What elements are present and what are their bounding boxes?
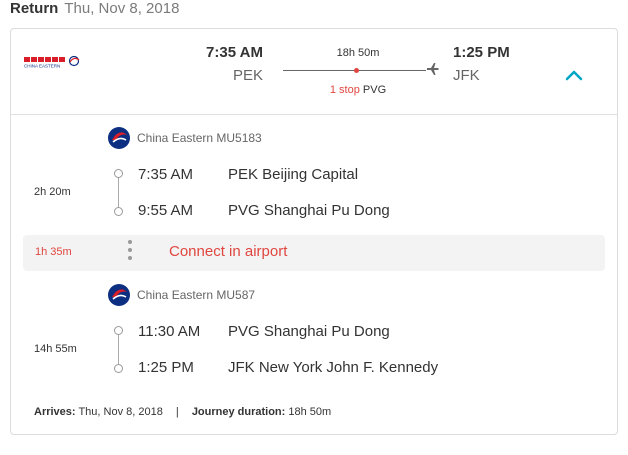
segment-2-depart-time: 11:30 AM bbox=[138, 323, 201, 340]
segment-2-arrive-node bbox=[114, 364, 123, 373]
segment-1-depart-node bbox=[114, 169, 123, 178]
china-eastern-icon bbox=[108, 127, 130, 149]
connection-banner: 1h 35m Connect in airport bbox=[23, 235, 605, 271]
segment-2-depart-node bbox=[114, 326, 123, 335]
plane-icon bbox=[427, 63, 439, 75]
stop-dot bbox=[354, 68, 359, 73]
total-duration: 18h 50m bbox=[336, 47, 380, 59]
flight-summary[interactable]: CHINA EASTERN 7:35 AM PEK 18h 50m 1 stop… bbox=[11, 29, 617, 115]
segment-1-arrive-time: 9:55 AM bbox=[138, 202, 194, 219]
segment-1-depart-time: 7:35 AM bbox=[138, 166, 194, 183]
segment-2-duration: 14h 55m bbox=[34, 343, 77, 355]
chevron-up-icon[interactable] bbox=[564, 69, 584, 81]
journey-duration-value: 18h 50m bbox=[288, 406, 332, 418]
journey-footer: Arrives: Thu, Nov 8, 2018 | Journey dura… bbox=[34, 406, 331, 418]
segment-2-arrive-time: 1:25 PM bbox=[138, 359, 194, 376]
return-header: Return Thu, Nov 8, 2018 bbox=[10, 0, 179, 20]
stops-count: 1 stop bbox=[329, 84, 360, 96]
flight-card: CHINA EASTERN 7:35 AM PEK 18h 50m 1 stop… bbox=[10, 28, 618, 435]
segment-1-arrive-place: PVG Shanghai Pu Dong bbox=[228, 202, 390, 219]
stops-airport: PVG bbox=[362, 84, 387, 96]
connection-text: Connect in airport bbox=[169, 243, 288, 260]
arrive-time: 1:25 PM bbox=[453, 44, 510, 61]
stops-info: 1 stop PVG bbox=[283, 84, 433, 96]
china-eastern-logo: CHINA EASTERN bbox=[23, 53, 83, 69]
segment-2-flight: China Eastern MU587 bbox=[137, 288, 256, 302]
segment-2-arrive-place: JFK New York John F. Kennedy bbox=[228, 359, 439, 376]
segment-1-airline: China Eastern MU5183 bbox=[107, 126, 262, 150]
segment-1-depart-place: PEK Beijing Capital bbox=[228, 166, 359, 183]
connection-duration: 1h 35m bbox=[35, 246, 72, 258]
footer-separator: | bbox=[175, 406, 179, 418]
china-eastern-icon bbox=[108, 284, 130, 306]
return-date: Thu, Nov 8, 2018 bbox=[64, 0, 180, 17]
segment-2-depart-place: PVG Shanghai Pu Dong bbox=[228, 323, 390, 340]
return-label: Return bbox=[10, 0, 59, 17]
arrive-airport-code: JFK bbox=[453, 67, 480, 84]
segment-1-duration: 2h 20m bbox=[34, 186, 71, 198]
connection-dots bbox=[128, 240, 132, 266]
arrives-label: Arrives: bbox=[34, 406, 76, 418]
segment-1-line bbox=[118, 175, 119, 211]
depart-time: 7:35 AM bbox=[206, 44, 263, 61]
segment-1-flight: China Eastern MU5183 bbox=[137, 131, 262, 145]
logo-wordmark: CHINA EASTERN bbox=[24, 64, 60, 69]
depart-airport-code: PEK bbox=[232, 67, 263, 84]
segment-2-airline: China Eastern MU587 bbox=[107, 283, 255, 307]
journey-duration-label: Journey duration: bbox=[191, 406, 286, 418]
segment-2-line bbox=[118, 332, 119, 368]
segment-1-arrive-node bbox=[114, 207, 123, 216]
arrives-value: Thu, Nov 8, 2018 bbox=[78, 406, 163, 418]
